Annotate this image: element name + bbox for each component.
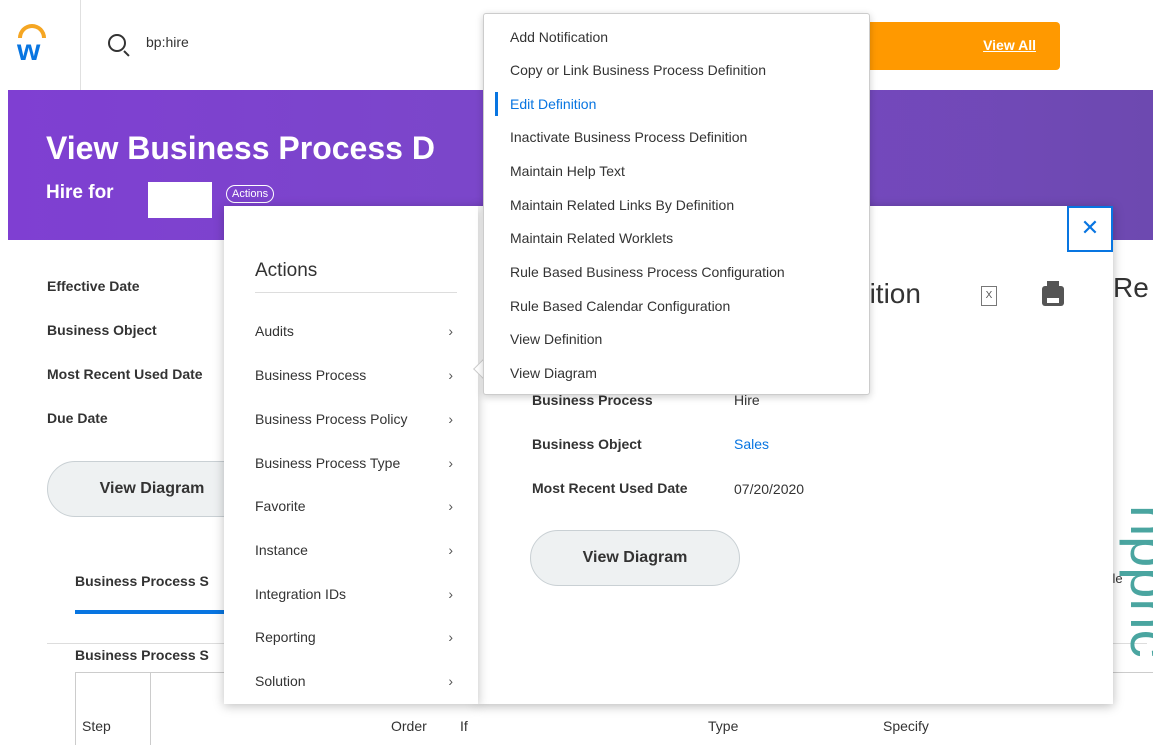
menu-item-label: Business Process Policy: [255, 411, 408, 427]
background-heading-fragment: Re: [1113, 272, 1149, 303]
submenu-item-rule-based-bp-config[interactable]: Rule Based Business Process Configuratio…: [510, 264, 785, 280]
chevron-right-icon: ›: [448, 629, 453, 645]
table-header-order[interactable]: Order: [391, 718, 427, 734]
print-icon[interactable]: [1042, 281, 1064, 306]
menu-item-business-process-policy[interactable]: Business Process Policy ›: [255, 411, 470, 435]
chevron-right-icon: ›: [448, 411, 453, 427]
divider: [80, 0, 81, 90]
table-header-type[interactable]: Type: [708, 718, 738, 734]
submenu-item-edit-definition[interactable]: Edit Definition: [510, 96, 596, 112]
actions-button[interactable]: Actions: [226, 185, 275, 203]
submenu-item-inactivate[interactable]: Inactivate Business Process Definition: [510, 129, 747, 145]
chevron-right-icon: ›: [448, 367, 453, 383]
menu-item-business-process[interactable]: Business Process ›: [255, 367, 470, 391]
page-subtitle: Hire for: [46, 182, 114, 203]
logo-w-icon: w: [17, 34, 41, 67]
close-icon[interactable]: ✕: [1067, 206, 1113, 252]
submenu-item-maintain-related-worklets[interactable]: Maintain Related Worklets: [510, 230, 673, 246]
excel-export-icon[interactable]: X: [981, 286, 997, 306]
due-date-label: Due Date: [47, 410, 108, 426]
actions-menu: Actions Audits › Business Process › Busi…: [224, 206, 478, 704]
menu-item-label: Business Process Type: [255, 455, 401, 471]
menu-item-label: Integration IDs: [255, 586, 347, 602]
chevron-right-icon: ›: [448, 455, 453, 471]
table-header-specify[interactable]: Specify: [883, 718, 929, 734]
most-recent-used-date-label: Most Recent Used Date: [532, 480, 688, 496]
business-object-label: Business Object: [47, 322, 157, 338]
submenu-item-rule-based-calendar-config[interactable]: Rule Based Calendar Configuration: [510, 298, 730, 314]
chevron-right-icon: ›: [448, 323, 453, 339]
menu-item-label: Instance: [255, 542, 308, 558]
table-column-divider: [150, 672, 151, 745]
menu-item-favorite[interactable]: Favorite ›: [255, 498, 470, 522]
business-object-link[interactable]: Sales: [734, 436, 769, 452]
business-process-submenu: Add Notification Copy or Link Business P…: [483, 13, 870, 395]
menu-item-label: Business Process: [255, 367, 367, 383]
submenu-item-maintain-help-text[interactable]: Maintain Help Text: [510, 163, 625, 179]
chevron-right-icon: ›: [448, 498, 453, 514]
page-title: View Business Process D: [46, 130, 435, 166]
menu-item-reporting[interactable]: Reporting ›: [255, 629, 470, 653]
watermark: nppnc: [1119, 505, 1153, 658]
most-recent-used-date-value: 07/20/2020: [734, 481, 805, 497]
submenu-item-add-notification[interactable]: Add Notification: [510, 29, 608, 45]
submenu-item-copy-or-link[interactable]: Copy or Link Business Process Definition: [510, 62, 766, 78]
chevron-right-icon: ›: [448, 586, 453, 602]
menu-item-label: Solution: [255, 673, 306, 689]
submenu-item-view-definition[interactable]: View Definition: [510, 331, 602, 347]
view-diagram-button[interactable]: View Diagram: [530, 530, 740, 586]
business-object-label: Business Object: [532, 436, 642, 452]
divider: [255, 292, 457, 293]
workday-logo[interactable]: w: [14, 24, 50, 68]
submenu-item-view-diagram[interactable]: View Diagram: [510, 365, 597, 381]
effective-date-label: Effective Date: [47, 278, 140, 294]
view-all-link[interactable]: View All: [983, 37, 1036, 53]
actions-menu-title: Actions: [255, 260, 318, 281]
menu-item-label: Audits: [255, 323, 294, 339]
submenu-item-maintain-related-links[interactable]: Maintain Related Links By Definition: [510, 197, 734, 213]
active-item-indicator: [495, 92, 498, 116]
tab-active-indicator: [75, 610, 225, 614]
menu-item-instance[interactable]: Instance ›: [255, 542, 470, 566]
tab-business-process-steps[interactable]: Business Process S: [75, 573, 209, 589]
menu-item-solution[interactable]: Solution ›: [255, 673, 470, 697]
menu-item-label: Favorite: [255, 498, 306, 514]
menu-item-audits[interactable]: Audits ›: [255, 323, 470, 347]
redacted-name: [148, 182, 212, 218]
menu-item-integration-ids[interactable]: Integration IDs ›: [255, 586, 470, 610]
menu-item-business-process-type[interactable]: Business Process Type ›: [255, 455, 470, 479]
menu-item-label: Reporting: [255, 629, 316, 645]
table-header-step[interactable]: Step: [82, 718, 111, 734]
chevron-right-icon: ›: [448, 542, 453, 558]
table-header-if[interactable]: If: [460, 718, 468, 734]
search-results-banner: View All: [860, 22, 1060, 70]
search-icon[interactable]: [108, 34, 126, 52]
section-title: Business Process S: [75, 647, 209, 663]
search-input[interactable]: [146, 34, 446, 50]
app-root: w View All View Business Process D Hire …: [0, 0, 1153, 745]
chevron-right-icon: ›: [448, 673, 453, 689]
most-recent-used-date-label: Most Recent Used Date: [47, 366, 203, 382]
